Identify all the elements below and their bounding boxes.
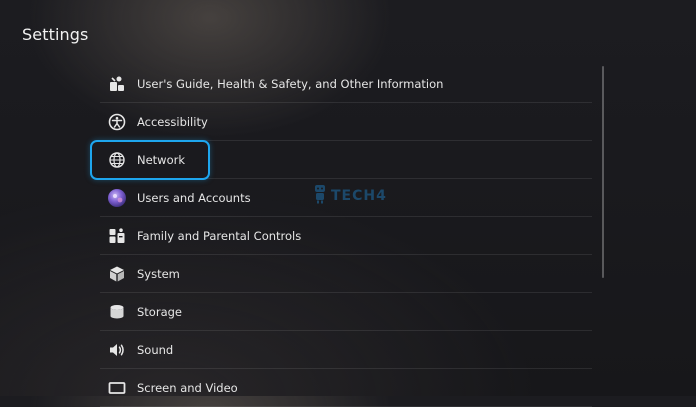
menu-item-users-guide[interactable]: User's Guide, Health & Safety, and Other… [100,65,592,103]
menu-item-label: Sound [137,342,174,357]
menu-item-system[interactable]: System [100,255,592,293]
speaker-icon [107,340,127,360]
menu-item-label: Family and Parental Controls [137,228,302,243]
menu-item-label: User's Guide, Health & Safety, and Other… [137,76,444,91]
menu-item-label: Users and Accounts [137,190,251,205]
menu-item-storage[interactable]: Storage [100,293,592,331]
accessibility-icon [107,112,127,132]
family-icon [107,226,127,246]
user-avatar-icon [107,188,127,208]
screen-icon [107,378,127,398]
storage-icon [107,302,127,322]
guide-icon [107,74,127,94]
settings-menu: User's Guide, Health & Safety, and Other… [90,65,592,407]
menu-item-label: Storage [137,304,182,319]
menu-item-screen-and-video[interactable]: Screen and Video [100,369,592,407]
cube-icon [107,264,127,284]
menu-item-label: Screen and Video [137,380,238,395]
settings-title: Settings [22,25,89,44]
focus-ring [90,140,210,180]
watermark: TECH4 [313,184,387,208]
watermark-text: TECH4 [331,188,387,204]
menu-item-accessibility[interactable]: Accessibility [100,103,592,141]
menu-item-family-parental-controls[interactable]: Family and Parental Controls [100,217,592,255]
menu-item-label: System [137,266,180,281]
robot-icon [313,184,327,208]
menu-item-network[interactable]: Network [90,140,592,180]
menu-item-label: Accessibility [137,114,208,129]
menu-item-sound[interactable]: Sound [100,331,592,369]
scrollbar[interactable] [602,66,604,278]
